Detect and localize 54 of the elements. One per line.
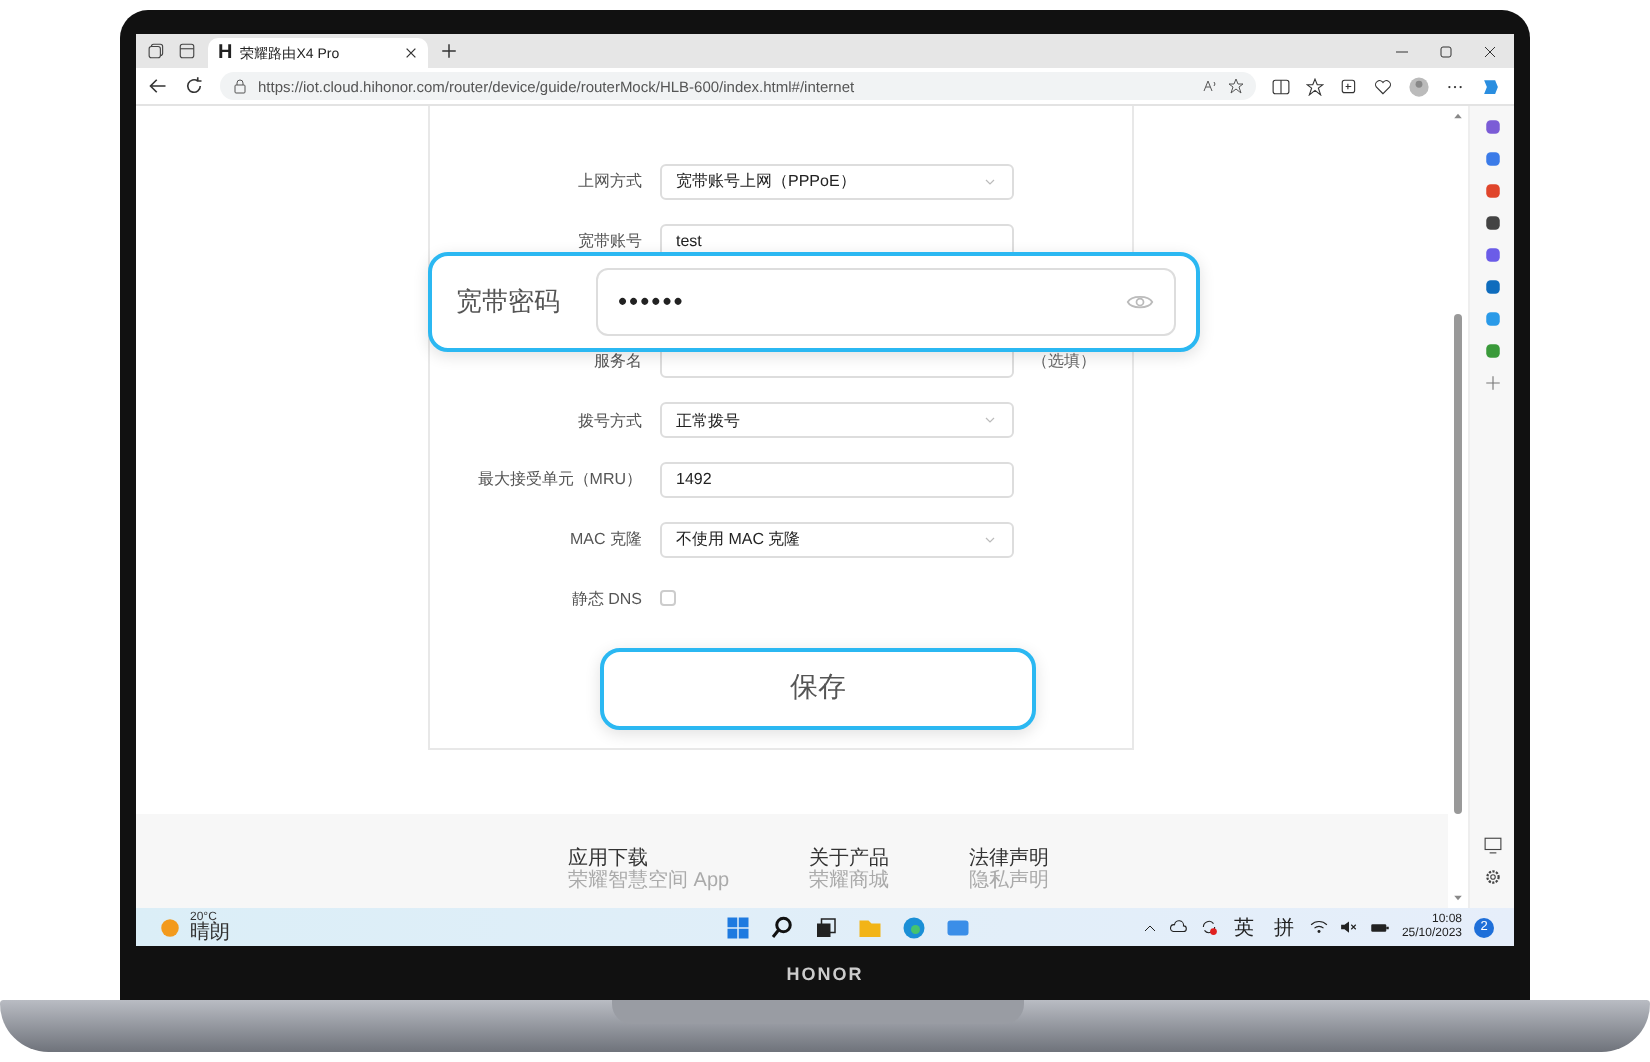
favorites-icon[interactable] <box>1306 77 1324 95</box>
field-label: 宽带账号 <box>576 230 642 253</box>
read-aloud-icon[interactable] <box>1202 78 1218 94</box>
weather-text: 晴朗 <box>190 923 230 943</box>
input-field[interactable]: 1492 <box>660 461 1014 498</box>
footer-heading: 法律声明 <box>969 848 1050 870</box>
refresh-icon[interactable] <box>184 76 204 96</box>
password-field[interactable]: •••••• <box>596 267 1176 336</box>
close-icon[interactable] <box>404 46 418 60</box>
speaker-muted-icon[interactable] <box>1339 918 1358 936</box>
field-label: 最大接受单元（MRU） <box>475 468 642 491</box>
h-logo-icon: H <box>218 42 233 64</box>
heart-icon[interactable] <box>1374 77 1392 95</box>
scroll-down-icon[interactable] <box>1452 892 1464 904</box>
field-label: 宽带密码 <box>456 283 560 320</box>
tab-actions-icon[interactable] <box>148 42 166 60</box>
avatar-icon[interactable] <box>1408 75 1430 97</box>
cloud-icon[interactable] <box>1169 918 1188 936</box>
task-view-icon[interactable] <box>814 915 838 939</box>
optional-note: （选填） <box>1032 349 1096 372</box>
collections-icon[interactable] <box>1340 77 1358 95</box>
brand-logo: HONOR <box>786 964 864 984</box>
field-label: 拨号方式 <box>576 409 642 432</box>
save-button[interactable]: 保存 <box>600 647 1036 730</box>
lock-icon <box>232 78 248 94</box>
field-label: 静态 DNS <box>569 587 642 610</box>
footer-heading: 关于产品 <box>809 848 890 870</box>
field-label: MAC 克隆 <box>568 528 642 551</box>
vertical-tabs-icon[interactable] <box>178 42 196 60</box>
checkbox[interactable] <box>660 590 676 607</box>
close-icon[interactable] <box>1482 43 1498 59</box>
footer-heading: 应用下载 <box>568 848 649 870</box>
scroll-up-icon[interactable] <box>1452 110 1464 122</box>
windows-start-icon[interactable] <box>726 915 750 939</box>
wifi-icon[interactable] <box>1309 918 1328 936</box>
field-label: 上网方式 <box>576 170 642 193</box>
sun-icon <box>160 917 180 937</box>
scrollbar-thumb[interactable] <box>1454 314 1462 814</box>
dropdown[interactable]: 正常拨号 <box>660 402 1014 439</box>
split-screen-icon[interactable] <box>1272 77 1290 95</box>
sync-icon[interactable] <box>1199 918 1218 936</box>
edge-browser-icon[interactable] <box>902 915 926 939</box>
plus-icon[interactable] <box>440 42 458 60</box>
dropdown[interactable]: 不使用 MAC 克隆 <box>660 521 1014 558</box>
settings-icon[interactable] <box>1483 868 1501 886</box>
back-arrow-icon[interactable] <box>148 76 168 96</box>
dropdown[interactable]: 宽带账号上网（PPPoE） <box>660 163 1014 200</box>
maximize-icon[interactable] <box>1438 43 1454 59</box>
screen-icon[interactable] <box>1483 836 1501 854</box>
star-icon[interactable] <box>1228 78 1244 94</box>
mail-app-icon[interactable] <box>946 915 970 939</box>
field-label: 服务名 <box>592 349 642 372</box>
input-method-button[interactable]: 拼 <box>1269 913 1298 941</box>
input-method-button[interactable]: 英 <box>1229 913 1258 941</box>
